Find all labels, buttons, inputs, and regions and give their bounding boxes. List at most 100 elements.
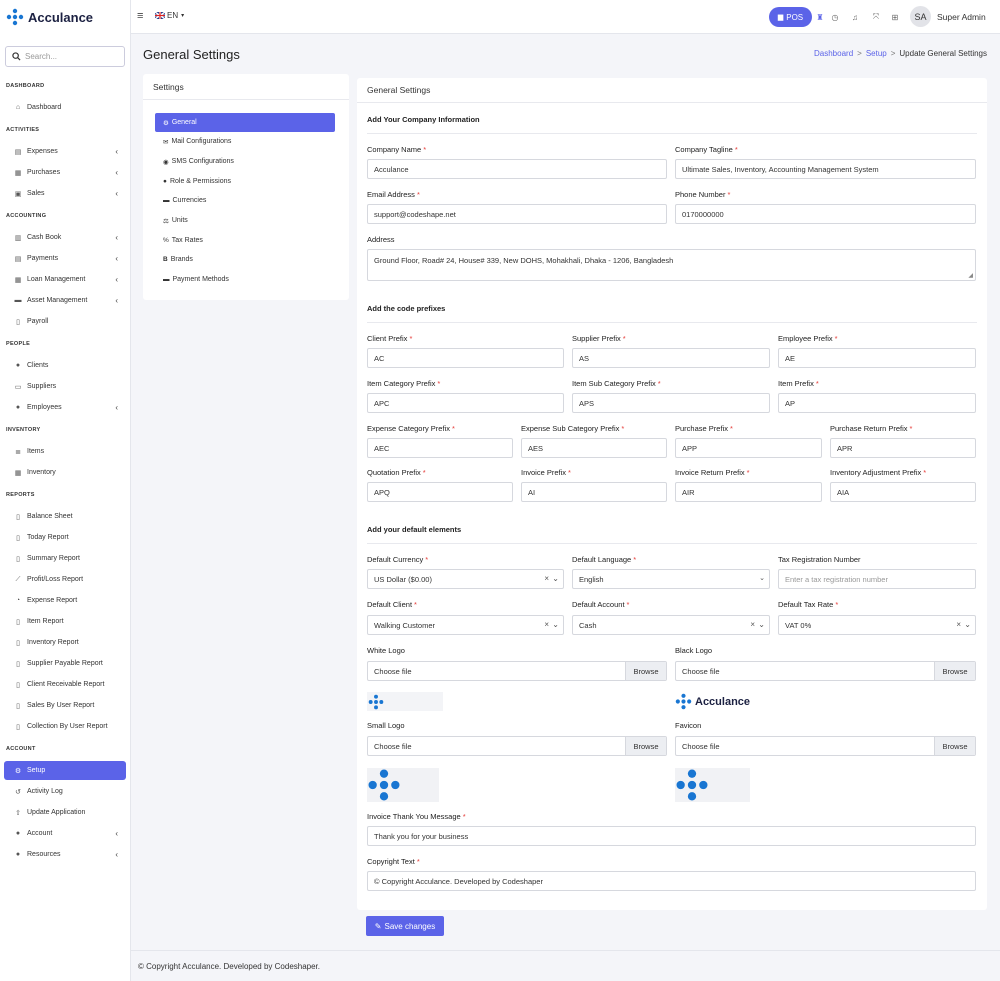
sidebar-item-activity-log[interactable]: ↺ Activity Log (4, 782, 126, 801)
settings-item-sms[interactable]: ◉ SMS Configurations (155, 152, 335, 171)
bell-icon[interactable]: ♫ (850, 12, 860, 22)
sidebar-item-account[interactable]: ● Account ‹ (4, 824, 126, 843)
settings-item-roles[interactable]: ● Role & Permissions (155, 172, 335, 191)
clear-icon[interactable]: × (956, 620, 961, 629)
sidebar-item-today-report[interactable]: ▯ Today Report (4, 528, 126, 547)
address-textarea[interactable]: Ground Floor, Road# 24, House# 339, New … (367, 249, 976, 281)
white-logo-file-input[interactable]: Choose file Browse (367, 661, 667, 681)
email-input[interactable]: support@codeshape.net (367, 204, 667, 224)
invoice-return-prefix-input[interactable]: AIR (675, 482, 822, 502)
language-selector[interactable]: EN ▾ (155, 11, 184, 20)
menu-icon[interactable]: ≡ (137, 10, 143, 22)
favicon-file-input[interactable]: Choose file Browse (675, 736, 976, 756)
sidebar-item-client-receivable-report[interactable]: ▯ Client Receivable Report (4, 675, 126, 694)
payment-icon: ▤ (14, 255, 22, 263)
clear-icon[interactable]: × (544, 574, 549, 583)
employee-prefix-input[interactable]: AE (778, 348, 976, 368)
item-category-prefix-input[interactable]: APC (367, 393, 564, 413)
comment-icon: ◉ (163, 158, 169, 166)
clear-icon[interactable]: × (750, 620, 755, 629)
sidebar-item-clients[interactable]: ● Clients (4, 356, 126, 375)
browse-button[interactable]: Browse (934, 737, 975, 755)
sidebar-item-balance-sheet[interactable]: ▯ Balance Sheet (4, 507, 126, 526)
sidebar-item-inventory-report[interactable]: ▯ Inventory Report (4, 633, 126, 652)
default-language-select[interactable]: English ⌄ (572, 569, 770, 589)
sidebar-item-summary-report[interactable]: ▯ Summary Report (4, 549, 126, 568)
save-changes-button[interactable]: ✎ Save changes (366, 916, 444, 936)
inventory-adjustment-prefix-input[interactable]: AIA (830, 482, 976, 502)
envelope-icon: ✉ (163, 138, 169, 146)
breadcrumb-setup[interactable]: Setup (866, 49, 887, 58)
sidebar-item-inventory[interactable]: ▦ Inventory (4, 463, 126, 482)
invoice-prefix-input[interactable]: AI (521, 482, 667, 502)
sidebar-item-payroll[interactable]: ▯ Payroll (4, 312, 126, 331)
sidebar-search-input[interactable]: Search... (5, 46, 125, 67)
browse-button[interactable]: Browse (625, 662, 666, 680)
expense-category-prefix-input[interactable]: AEC (367, 438, 513, 458)
avatar[interactable]: SA (910, 6, 931, 27)
sales-icon: ▣ (14, 190, 22, 198)
breadcrumb-dashboard[interactable]: Dashboard (814, 49, 853, 58)
sidebar-item-purchases[interactable]: ▦ Purchases ‹ (4, 163, 126, 182)
browse-button[interactable]: Browse (934, 662, 975, 680)
settings-item-units[interactable]: ⚖ Units (155, 211, 335, 230)
expense-sub-category-prefix-input[interactable]: AES (521, 438, 667, 458)
copyright-text-input[interactable]: © Copyright Acculance. Developed by Code… (367, 871, 976, 891)
sidebar-item-collection-by-user-report[interactable]: ▯ Collection By User Report (4, 717, 126, 736)
resize-handle-icon[interactable]: ◢ (968, 272, 973, 279)
upload-icon: ⇧ (15, 809, 21, 817)
phone-input[interactable]: 0170000000 (675, 204, 976, 224)
sidebar-item-expenses[interactable]: ▤ Expenses ‹ (4, 142, 126, 161)
brand-logo[interactable]: Acculance (0, 0, 130, 34)
supplier-prefix-input[interactable]: AS (572, 348, 770, 368)
sidebar-item-item-report[interactable]: ▯ Item Report (4, 612, 126, 631)
sidebar-item-dashboard[interactable]: ⌂ Dashboard (4, 98, 126, 117)
clock-icon[interactable]: ◷ (830, 12, 840, 22)
apps-grid-icon[interactable]: ⊞ (890, 12, 900, 22)
sidebar-item-employees[interactable]: ● Employees ‹ (4, 398, 126, 417)
thank-you-message-input[interactable]: Thank you for your business (367, 826, 976, 846)
black-logo-file-input[interactable]: Choose file Browse (675, 661, 976, 681)
tax-registration-input[interactable]: Enter a tax registration number (778, 569, 976, 589)
client-prefix-input[interactable]: AC (367, 348, 564, 368)
default-account-select[interactable]: Cash × ⌄ (572, 615, 770, 635)
settings-item-mail[interactable]: ✉ Mail Configurations (155, 132, 335, 151)
sidebar-item-sales[interactable]: ▣ Sales ‹ (4, 184, 126, 203)
browse-button[interactable]: Browse (625, 737, 666, 755)
sidebar-item-supplier-payable-report[interactable]: ▯ Supplier Payable Report (4, 654, 126, 673)
sidebar-item-payments[interactable]: ▤ Payments ‹ (4, 249, 126, 268)
default-currency-select[interactable]: US Dollar ($0.00) × ⌄ (367, 569, 564, 589)
settings-item-brands[interactable]: B Brands (155, 250, 335, 269)
sidebar-item-label: Item Report (27, 618, 64, 625)
pos-button[interactable]: ▆ POS (769, 7, 812, 27)
quotation-prefix-input[interactable]: APQ (367, 482, 513, 502)
settings-item-payment-methods[interactable]: ▬ Payment Methods (155, 270, 335, 289)
purchase-return-prefix-input[interactable]: APR (830, 438, 976, 458)
sidebar-item-suppliers[interactable]: ▭ Suppliers (4, 377, 126, 396)
settings-item-tax-rates[interactable]: % Tax Rates (155, 231, 335, 250)
sidebar-item-expense-report[interactable]: ◔ Expense Report (4, 591, 126, 610)
clear-icon[interactable]: × (544, 620, 549, 629)
small-logo-file-input[interactable]: Choose file Browse (367, 736, 667, 756)
company-tagline-input[interactable]: Ultimate Sales, Inventory, Accounting Ma… (675, 159, 976, 179)
sidebar-item-items[interactable]: ≣ Items (4, 442, 126, 461)
sidebar-item-cash-book[interactable]: ▥ Cash Book ‹ (4, 228, 126, 247)
fullscreen-icon[interactable]: ⤧ (871, 12, 881, 22)
company-name-input[interactable]: Acculance (367, 159, 667, 179)
default-client-select[interactable]: Walking Customer × ⌄ (367, 615, 564, 635)
user-name[interactable]: Super Admin (937, 12, 986, 22)
sidebar-item-resources[interactable]: ● Resources ‹ (4, 845, 126, 864)
sidebar-item-update-application[interactable]: ⇧ Update Application (4, 803, 126, 822)
settings-item-general[interactable]: ⚙ General (155, 113, 335, 132)
settings-item-currencies[interactable]: ▬ Currencies (155, 191, 335, 210)
item-prefix-input[interactable]: AP (778, 393, 976, 413)
item-sub-category-prefix-input[interactable]: APS (572, 393, 770, 413)
sidebar-item-sales-by-user-report[interactable]: ▯ Sales By User Report (4, 696, 126, 715)
sidebar-item-loan-management[interactable]: ▦ Loan Management ‹ (4, 270, 126, 289)
default-tax-rate-select[interactable]: VAT 0% × ⌄ (778, 615, 976, 635)
sidebar-item-asset-management[interactable]: ▬ Asset Management ‹ (4, 291, 126, 310)
sidebar-item-setup[interactable]: ⚙ Setup (4, 761, 126, 780)
purchase-prefix-input[interactable]: APP (675, 438, 822, 458)
android-icon[interactable]: ♜ (815, 12, 825, 22)
sidebar-item-profit-loss-report[interactable]: ⟋ Profit/Loss Report (4, 570, 126, 589)
